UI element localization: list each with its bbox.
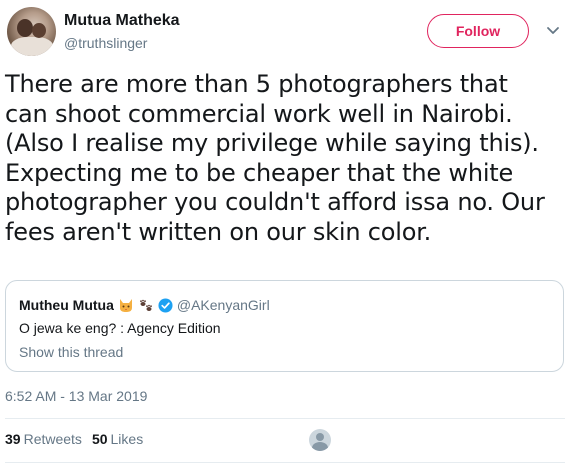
retweets-stat[interactable]: 39 Retweets [5,431,82,447]
quoted-author-handle: @AKenyanGirl [176,297,270,313]
avatar-photo-detail [11,37,53,56]
verified-badge-icon [158,297,173,313]
author-handle[interactable]: @truthslinger [64,35,147,51]
avatar-photo-detail [32,23,46,38]
paw-prints-emoji-icon [139,299,152,311]
tweet-stats: 39 Retweets 50 Likes [5,431,143,447]
tweet-timestamp[interactable]: 6:52 AM - 13 Mar 2019 [5,388,147,404]
liker-avatar[interactable] [309,429,331,451]
quoted-tweet-card[interactable]: Mutheu Mutua @AKenyanGirl O jewa ke eng?… [5,280,564,372]
quoted-tweet-header: Mutheu Mutua @AKenyanGirl [19,297,270,313]
likes-count: 50 [91,431,108,447]
author-avatar[interactable] [7,7,56,56]
cat-emoji-icon [119,299,132,312]
quoted-tweet-text: O jewa ke eng? : Agency Edition [19,320,221,336]
quoted-author-name: Mutheu Mutua [19,297,114,313]
follow-button[interactable]: Follow [427,14,529,48]
retweets-count: 39 [5,431,21,447]
show-thread-link[interactable]: Show this thread [19,344,123,360]
avatar-photo-detail [17,19,33,37]
caret-down-icon[interactable] [546,26,560,36]
avatar-placeholder-detail [312,442,328,451]
divider [5,418,565,419]
avatar-placeholder-detail [316,433,324,441]
retweets-label: Retweets [23,431,82,447]
author-name[interactable]: Mutua Matheka [64,12,180,30]
likes-stat[interactable]: 50 Likes [92,431,143,447]
likes-label: Likes [110,431,144,447]
tweet-text: There are more than 5 photographers that… [5,70,545,246]
divider [5,462,565,463]
